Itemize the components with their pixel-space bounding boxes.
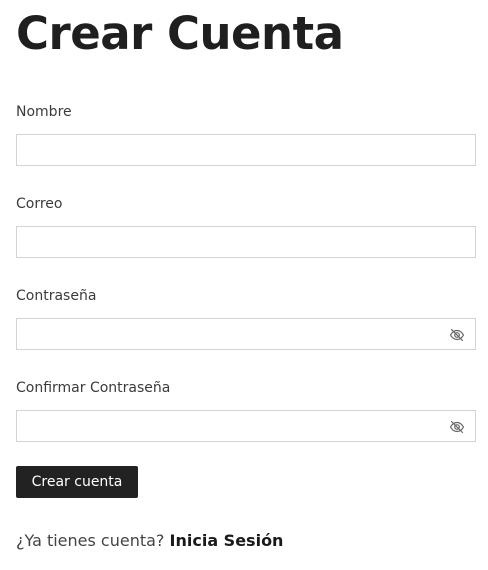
confirmar-label: Confirmar Contraseña bbox=[16, 380, 171, 396]
page-title: Crear Cuenta bbox=[16, 7, 344, 60]
eye-slash-icon[interactable] bbox=[449, 327, 465, 343]
login-prompt-text: ¿Ya tienes cuenta? bbox=[16, 531, 165, 550]
correo-input[interactable] bbox=[17, 227, 475, 257]
confirmar-field-wrapper bbox=[16, 410, 476, 442]
login-prompt: ¿Ya tienes cuenta? Inicia Sesión bbox=[16, 530, 283, 552]
confirmar-input[interactable] bbox=[17, 411, 475, 441]
contrasena-label: Contraseña bbox=[16, 288, 97, 304]
correo-field-wrapper bbox=[16, 226, 476, 258]
crear-cuenta-button[interactable]: Crear cuenta bbox=[16, 466, 138, 498]
correo-label: Correo bbox=[16, 196, 63, 212]
nombre-label: Nombre bbox=[16, 104, 72, 120]
signup-page: Crear Cuenta Nombre Correo Contraseña Co… bbox=[0, 0, 488, 570]
contrasena-input[interactable] bbox=[17, 319, 475, 349]
nombre-input[interactable] bbox=[17, 135, 475, 165]
inicia-sesion-link[interactable]: Inicia Sesión bbox=[170, 531, 284, 550]
eye-slash-icon[interactable] bbox=[449, 419, 465, 435]
nombre-field-wrapper bbox=[16, 134, 476, 166]
contrasena-field-wrapper bbox=[16, 318, 476, 350]
